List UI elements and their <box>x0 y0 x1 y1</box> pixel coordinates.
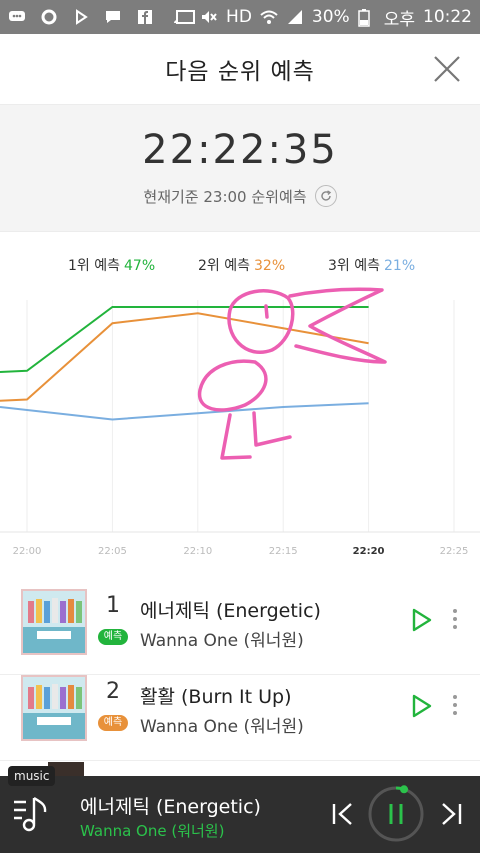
more-options-button[interactable] <box>446 689 464 719</box>
song-row-1[interactable]: 1 예측 에너제틱 (Energetic) Wanna One (워너원) <box>0 589 480 675</box>
legend-label-1: 1위 예측 <box>68 258 120 274</box>
player-song-title: 에너제틱 (Energetic) <box>80 796 261 818</box>
page-title: 다음 순위 예측 <box>165 59 315 85</box>
refresh-button[interactable] <box>314 185 337 207</box>
prediction-badge: 예측 <box>98 629 128 645</box>
chart-x-ticks: 22:00 22:05 22:10 22:15 22:20 22:25 <box>13 546 469 557</box>
play-button[interactable] <box>408 607 434 633</box>
song-row-2[interactable]: 2 예측 활활 (Burn It Up) Wanna One (워너원) <box>0 675 480 761</box>
music-tag: music <box>8 766 56 786</box>
x-tick-label: 22:05 <box>98 546 127 557</box>
rank-prediction-chart: 22:00 22:05 22:10 22:15 22:20 22:25 <box>0 287 480 557</box>
song-rank: 1 <box>106 593 120 618</box>
legend-item-2: 2위 예측 32% <box>198 255 285 275</box>
pause-icon <box>368 785 424 842</box>
settings-icon <box>40 9 58 25</box>
legend-pct-3: 21% <box>384 258 416 274</box>
series-line-1 <box>0 306 369 373</box>
song-title: 활활 (Burn It Up) <box>140 686 292 708</box>
x-tick-label: 22:00 <box>13 546 42 557</box>
legend-pct-1: 47% <box>124 258 156 274</box>
signal-icon <box>286 9 304 25</box>
message-icon <box>104 9 122 25</box>
status-bar: HD 30% 오후 10:22 <box>0 0 480 34</box>
more-vertical-icon <box>453 609 457 629</box>
play-button[interactable] <box>408 693 434 719</box>
cast-icon <box>174 9 196 25</box>
album-art <box>21 589 87 655</box>
play-icon <box>412 608 432 632</box>
song-rank: 2 <box>106 679 120 704</box>
close-button[interactable] <box>432 54 462 84</box>
legend-label-2: 2위 예측 <box>198 258 250 274</box>
playlist-menu-button[interactable] <box>12 794 50 834</box>
chat-icon <box>8 9 26 25</box>
battery-percent: 30% <box>311 7 350 27</box>
facebook-icon <box>136 9 154 25</box>
more-vertical-icon <box>453 695 457 715</box>
current-time: 22:22:35 <box>142 127 338 173</box>
x-tick-label: 22:10 <box>183 546 212 557</box>
time-subtitle: 현재기준 23:00 순위예측 <box>143 187 307 206</box>
next-button[interactable] <box>438 800 464 828</box>
playlist-music-icon <box>14 796 47 832</box>
skip-previous-icon <box>332 803 352 825</box>
status-time: 10:22 <box>423 7 472 27</box>
status-ampm: 오후 <box>383 9 415 30</box>
player-song-artist: Wanna One (워너원) <box>80 822 225 840</box>
song-artist: Wanna One (워너원) <box>140 717 304 737</box>
header: 다음 순위 예측 <box>0 34 480 104</box>
series-line-3 <box>0 402 369 421</box>
play-icon <box>412 694 432 718</box>
song-title: 에너제틱 (Energetic) <box>140 600 321 622</box>
legend-item-1: 1위 예측 47% <box>68 255 155 275</box>
mute-icon <box>200 9 218 25</box>
prediction-badge: 예측 <box>98 715 128 731</box>
mini-player[interactable]: 에너제틱 (Energetic) Wanna One (워너원) <box>0 776 480 853</box>
song-artist: Wanna One (워너원) <box>140 631 304 651</box>
chart-legend: 1위 예측 47% 2위 예측 32% 3위 예측 21% <box>0 255 480 279</box>
album-art <box>21 675 87 741</box>
pause-button[interactable] <box>366 784 426 844</box>
legend-pct-2: 32% <box>254 258 286 274</box>
x-tick-label: 22:25 <box>440 546 469 557</box>
close-icon <box>434 56 460 82</box>
skip-next-icon <box>442 803 462 825</box>
previous-button[interactable] <box>330 800 356 828</box>
time-panel: 22:22:35 현재기준 23:00 순위예측 <box>0 104 480 232</box>
battery-icon <box>357 9 376 27</box>
doodle-drawing <box>197 287 387 460</box>
more-options-button[interactable] <box>446 603 464 633</box>
refresh-icon <box>320 190 331 201</box>
time-subtitle-row: 현재기준 23:00 순위예측 <box>0 185 480 207</box>
hd-icon: HD <box>226 7 252 27</box>
legend-label-3: 3위 예측 <box>328 258 380 274</box>
play-icon <box>72 9 90 25</box>
legend-item-3: 3위 예측 21% <box>328 255 415 275</box>
wifi-icon <box>260 9 278 25</box>
x-tick-label: 22:15 <box>269 546 298 557</box>
x-tick-label: 22:20 <box>353 546 385 557</box>
